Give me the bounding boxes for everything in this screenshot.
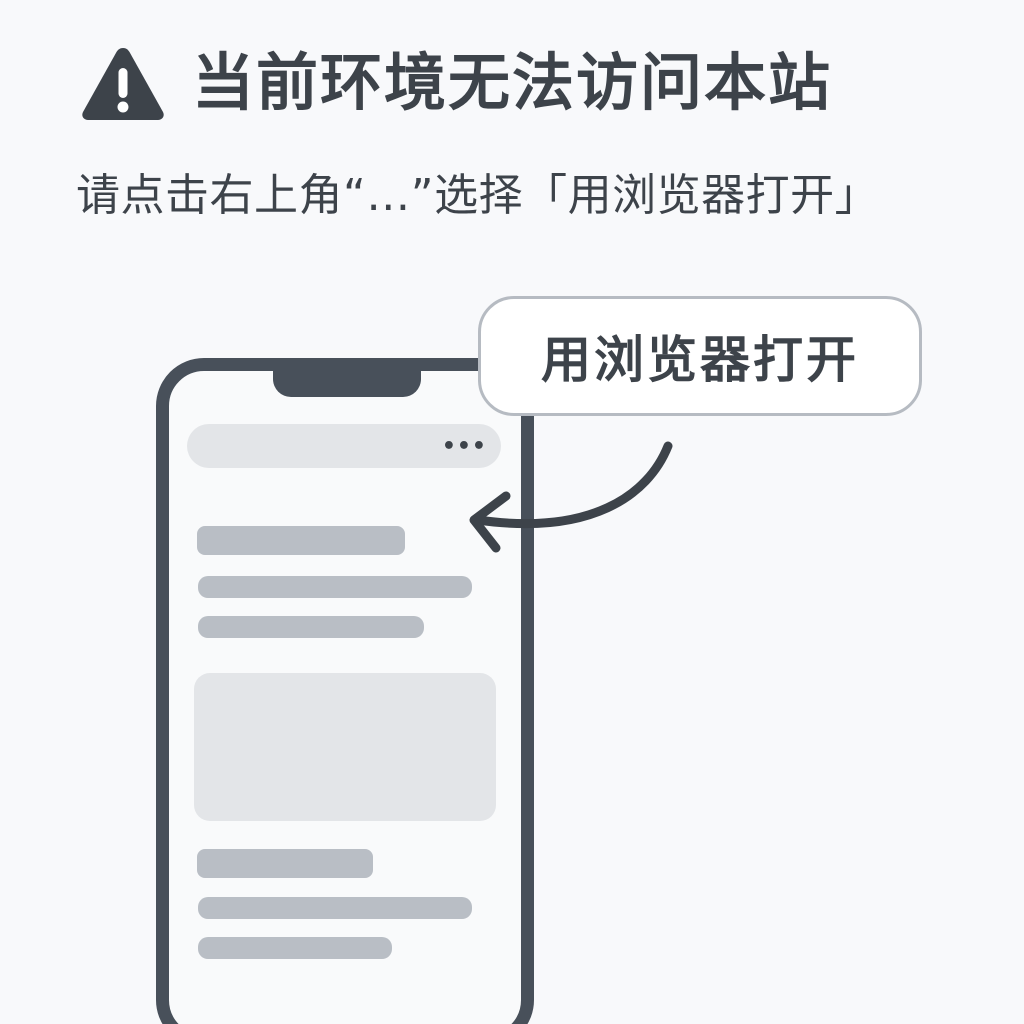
curved-arrow-icon: [469, 441, 673, 553]
placeholder-line-1: [198, 576, 472, 598]
placeholder-heading-1: [197, 526, 405, 555]
header: 当前环境无法访问本站: [80, 44, 832, 122]
placeholder-heading-2: [197, 849, 373, 878]
warning-triangle-icon: [82, 48, 164, 120]
page-title: 当前环境无法访问本站: [192, 46, 833, 119]
placeholder-line-2: [198, 616, 424, 638]
instruction-text: 请点击右上角“…”选择「用浏览器打开」: [76, 170, 880, 221]
phone-notch: [273, 369, 421, 397]
placeholder-line-3: [198, 897, 472, 919]
placeholder-line-4: [198, 937, 392, 959]
placeholder-image: [194, 673, 496, 821]
open-in-browser-callout[interactable]: 用浏览器打开: [478, 296, 922, 416]
browser-address-bar: •••: [187, 424, 501, 468]
callout-label: 用浏览器打开: [541, 331, 859, 389]
page: 当前环境无法访问本站 请点击右上角“…”选择「用浏览器打开」 ••• 用浏览器打…: [0, 0, 1024, 1024]
